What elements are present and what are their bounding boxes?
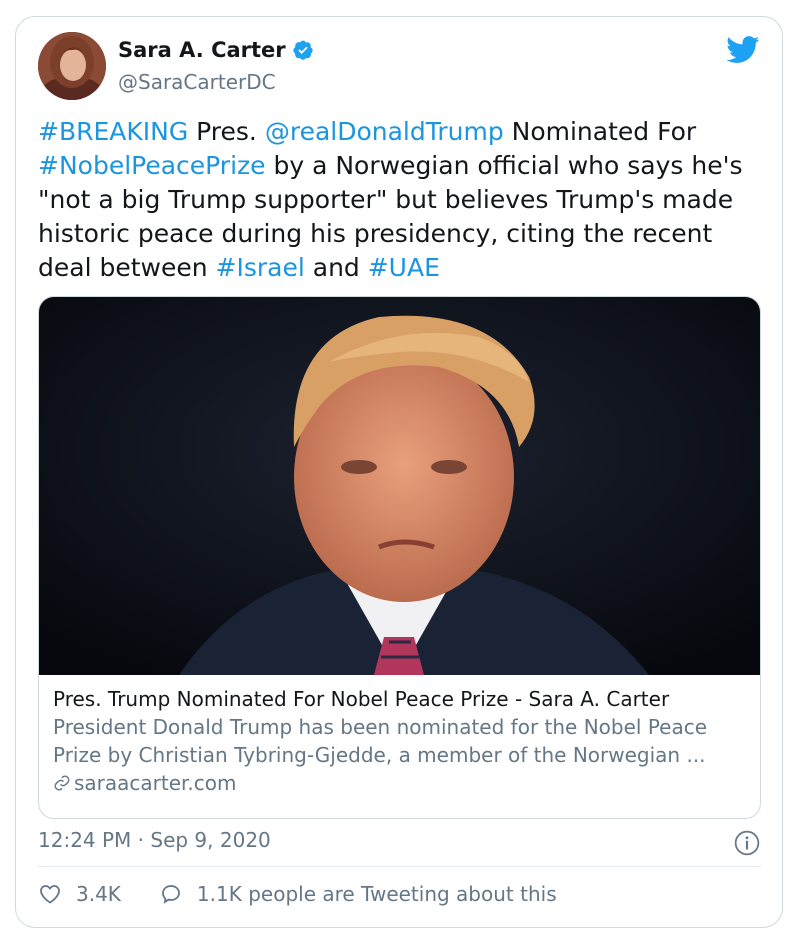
hashtag-nobelpeaceprize-link[interactable]: #NobelPeacePrize [38,151,266,180]
author-handle[interactable]: @SaraCarterDC [118,70,276,94]
link-preview-card[interactable]: Pres. Trump Nominated For Nobel Peace Pr… [38,296,761,819]
heart-icon [40,885,60,904]
like-button[interactable]: 3.4K [38,882,121,906]
tweet-text-segment: and [304,253,368,282]
info-icon[interactable] [734,830,760,856]
avatar[interactable] [38,32,106,100]
tweet-text-segment: Nominated For [503,117,697,146]
mention-realdonaldtrump-link[interactable]: @realDonaldTrump [265,117,504,146]
author-name[interactable]: Sara A. Carter [118,38,286,62]
twitter-bird-icon[interactable] [726,36,760,64]
tweeting-about-text: 1.1K people are Tweeting about this [196,882,557,906]
hashtag-uae-link[interactable]: #UAE [368,253,440,282]
hashtag-israel-link[interactable]: #Israel [216,253,305,282]
link-preview-description-line2: Prize by Christian Tybring-Gjedde, a mem… [53,743,706,767]
speech-bubble-icon [162,885,180,904]
link-preview-text: Pres. Trump Nominated For Nobel Peace Pr… [53,685,753,797]
hashtag-breaking-link[interactable]: #BREAKING [38,117,188,146]
tweeting-about-link[interactable]: 1.1K people are Tweeting about this [159,882,557,906]
tweet-timestamp[interactable]: 12:24 PM · Sep 9, 2020 [38,828,271,852]
tweet-actions: 3.4K 1.1K people are Tweeting about this [38,882,557,906]
link-preview-domain-text: saraacarter.com [74,771,237,795]
link-preview-domain[interactable]: saraacarter.com [53,769,753,797]
verified-badge-icon [293,40,313,60]
tweet-text: #BREAKING Pres. @realDonaldTrump Nominat… [38,115,768,285]
author-name-row[interactable]: Sara A. Carter [118,38,314,62]
divider [38,866,761,867]
like-count: 3.4K [76,882,121,906]
link-preview-description-line1: President Donald Trump has been nominate… [53,715,708,739]
link-preview-title[interactable]: Pres. Trump Nominated For Nobel Peace Pr… [53,685,753,713]
tweet-text-segment: Pres. [188,117,265,146]
link-preview-image[interactable] [39,297,761,675]
chain-link-icon [54,775,70,791]
